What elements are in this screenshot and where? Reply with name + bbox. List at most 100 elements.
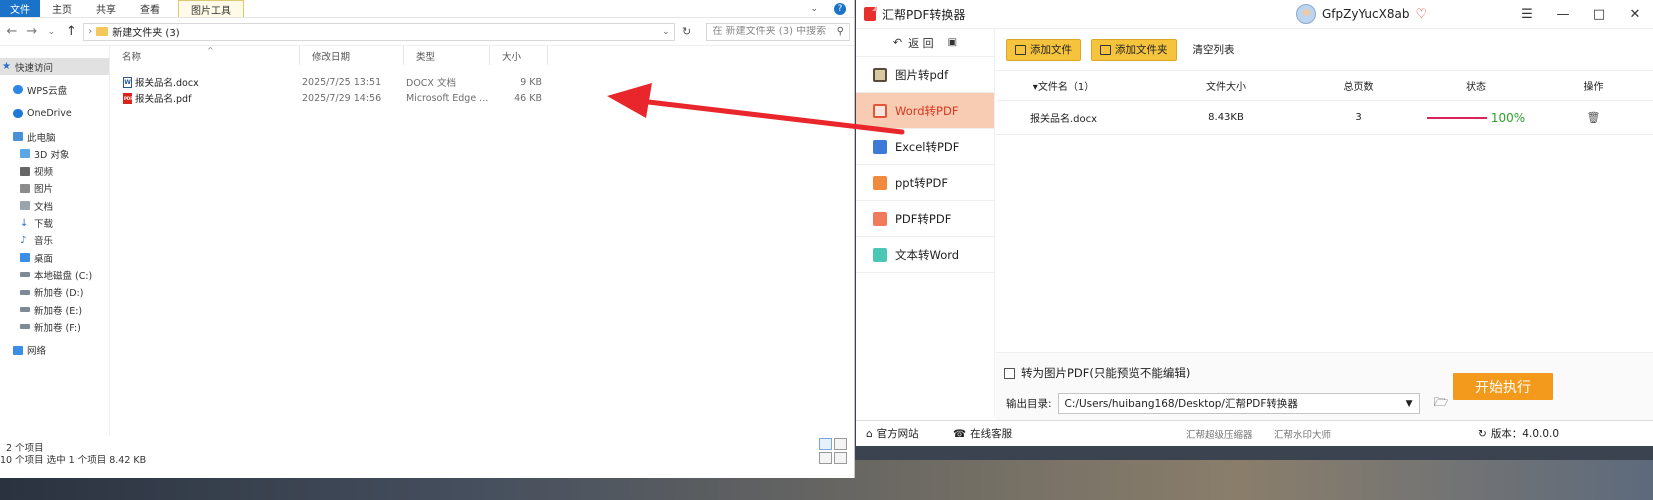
nav-disk-e[interactable]: 新加卷 (E:)	[0, 301, 109, 318]
help-icon[interactable]: ?	[826, 0, 854, 17]
details-view-icon[interactable]	[819, 452, 832, 464]
tab-share[interactable]: 共享	[84, 0, 128, 17]
folder-open-icon[interactable]: 🗁	[1434, 393, 1449, 414]
menu-icon[interactable]: ☰	[1509, 0, 1545, 29]
nav-videos[interactable]: 视频	[0, 162, 109, 179]
file-name: 报关品名.pdf	[135, 94, 192, 105]
image-pdf-checkbox[interactable]	[1004, 367, 1015, 379]
row-filename: 报关品名.docx	[1029, 114, 1098, 125]
details-view-icon[interactable]	[819, 438, 832, 450]
nav-disk-f[interactable]: 新加卷 (F:)	[0, 318, 109, 335]
nav-3d-objects[interactable]: 3D 对象	[0, 145, 109, 162]
address-row: ← → ⌄ ↑ › 新建文件夹 (3) ⌄ ↻ ⚲	[0, 18, 854, 46]
minimize-icon[interactable]: —	[1545, 0, 1581, 29]
nav-downloads[interactable]: ↓ 下载	[0, 214, 109, 231]
row-filesize: 8.43KB	[1208, 112, 1244, 123]
row-action: 🗑	[1556, 111, 1631, 124]
support-link[interactable]: ☎ 在线客服	[953, 426, 1012, 441]
clear-list-button[interactable]: 清空列表	[1187, 42, 1235, 57]
view-toggle-secondary	[819, 452, 847, 464]
back-icon: ↶	[892, 36, 903, 49]
column-name[interactable]: 名称	[110, 46, 300, 65]
nav-quick-access[interactable]: ★ 快速访问	[0, 58, 109, 76]
file-date: 2025/7/29 14:56	[302, 92, 382, 104]
column-type[interactable]: 类型	[404, 46, 490, 65]
add-file-button[interactable]: 添加文件	[1006, 38, 1081, 61]
recent-chevron-icon[interactable]: ⌄	[44, 27, 60, 37]
vip-heart-icon: ♡	[1415, 6, 1428, 22]
large-icons-view-icon[interactable]	[834, 452, 847, 464]
back-arrow-icon[interactable]: ←	[4, 24, 20, 39]
sidebar-item-pdf-to-pdf[interactable]: PDF转PDF	[856, 201, 994, 237]
add-file-icon	[1015, 44, 1026, 55]
folder-icon	[96, 27, 109, 36]
sidebar-item-word-to-pdf[interactable]: Word转PDF	[856, 93, 994, 129]
search-icon[interactable]: ⚲	[837, 26, 844, 37]
document-icon	[20, 201, 30, 211]
large-icons-view-icon[interactable]	[834, 438, 847, 450]
conversion-options: 转为图片PDF(只能预览不能编辑) 输出目录: C:/Users/huibang…	[996, 352, 1653, 420]
drive-icon	[20, 324, 30, 330]
address-bar[interactable]: › 新建文件夹 (3) ⌄	[83, 22, 675, 41]
sidebar-item-excel-to-pdf[interactable]: Excel转PDF	[856, 129, 994, 165]
website-link[interactable]: ⌂ 官方网站	[866, 426, 919, 441]
version-info[interactable]: ↻ 版本：4.0.0.0	[1478, 426, 1559, 441]
tab-view[interactable]: 查看	[128, 0, 172, 17]
app-title: 汇帮PDF转换器	[882, 7, 966, 22]
pdf-converter-window: 汇帮PDF转换器 GfpZyYucX8ab ♡ ☰ — □ ✕ ↶ 返 回 ▣ …	[856, 0, 1653, 446]
nav-this-pc[interactable]: 此电脑	[0, 128, 109, 145]
address-dropdown-icon[interactable]: ⌄	[662, 27, 670, 37]
sidebar-item-image-to-pdf[interactable]: 图片转pdf	[856, 57, 994, 93]
music-icon: ♪	[20, 234, 27, 246]
file-table-header: ▾文件名（1） 文件大小 总页数 状态 操作	[996, 71, 1653, 101]
file-row-pdf[interactable]: PDF 报关品名.pdf 2025/7/29 14:56 Microsoft E…	[110, 90, 854, 106]
column-size[interactable]: 大小	[490, 46, 548, 65]
close-icon[interactable]: ✕	[1617, 0, 1653, 29]
nav-wps-cloud[interactable]: WPS云盘	[0, 81, 109, 98]
output-path-select[interactable]: C:/Users/huibang168/Desktop/汇帮PDF转换器 ▼	[1057, 393, 1420, 414]
file-name: 报关品名.docx	[135, 78, 199, 89]
forward-arrow-icon[interactable]: →	[24, 24, 40, 39]
nav-disk-c[interactable]: 本地磁盘 (C:)	[0, 266, 109, 283]
nav-pictures[interactable]: 图片	[0, 180, 109, 197]
nav-documents[interactable]: 文档	[0, 197, 109, 214]
start-button[interactable]: 开始执行	[1453, 373, 1553, 400]
sidebar-item-ppt-to-pdf[interactable]: ppt转PDF	[856, 165, 994, 201]
col-filename[interactable]: ▾文件名（1）	[996, 78, 1131, 93]
nav-disk-d[interactable]: 新加卷 (D:)	[0, 284, 109, 301]
sidebar-item-text-to-word[interactable]: 文本转Word	[856, 237, 994, 273]
tab-file[interactable]: 文件	[0, 0, 40, 17]
row-pages: 3	[1355, 112, 1362, 123]
ppt-icon	[873, 175, 887, 190]
watermark-link[interactable]: 汇帮水印大师	[1274, 427, 1331, 441]
nav-desktop[interactable]: 桌面	[0, 249, 109, 266]
app-logo-icon	[864, 6, 877, 21]
table-row[interactable]: 报关品名.docx 8.43KB 3 100% 🗑	[996, 101, 1653, 135]
tab-picture-tools[interactable]: 图片工具	[178, 0, 244, 17]
nav-onedrive[interactable]: OneDrive	[0, 105, 109, 122]
trash-icon[interactable]: 🗑	[1587, 111, 1601, 124]
nav-music[interactable]: ♪ 音乐	[0, 232, 109, 249]
back-button[interactable]: ↶ 返 回 ▣	[856, 29, 994, 57]
chevron-down-icon[interactable]: ⌄	[802, 0, 826, 17]
output-label: 输出目录:	[1006, 398, 1052, 410]
compressor-link[interactable]: 汇帮超级压缩器	[1186, 427, 1253, 441]
file-list-pane: ^ 名称 修改日期 类型 大小 W 报关品名.docx 2025/7/25 13…	[110, 46, 854, 436]
ribbon-tabs: 文件 主页 共享 查看 图片工具 ⌄ ?	[0, 0, 854, 18]
user-area[interactable]: GfpZyYucX8ab ♡	[1296, 4, 1427, 24]
file-row-docx[interactable]: W 报关品名.docx 2025/7/25 13:51 DOCX 文档 9 KB	[110, 74, 854, 90]
title-bar: 汇帮PDF转换器 GfpZyYucX8ab ♡ ☰ — □ ✕	[856, 0, 1653, 29]
maximize-icon[interactable]: □	[1581, 0, 1617, 29]
search-input[interactable]	[712, 26, 833, 37]
up-arrow-icon[interactable]: ↑	[63, 24, 79, 39]
nav-network[interactable]: 网络	[0, 341, 109, 358]
image-pdf-option[interactable]: 转为图片PDF(只能预览不能编辑)	[1004, 365, 1190, 381]
column-date[interactable]: 修改日期	[300, 46, 404, 65]
tab-home[interactable]: 主页	[40, 0, 84, 17]
cube-icon	[20, 149, 30, 159]
row-status: 100%	[1396, 111, 1556, 125]
add-folder-button[interactable]: 添加文件夹	[1091, 38, 1177, 61]
headset-icon: ☎	[953, 427, 967, 440]
avatar[interactable]	[1296, 4, 1316, 24]
refresh-icon[interactable]: ↻	[679, 25, 695, 38]
